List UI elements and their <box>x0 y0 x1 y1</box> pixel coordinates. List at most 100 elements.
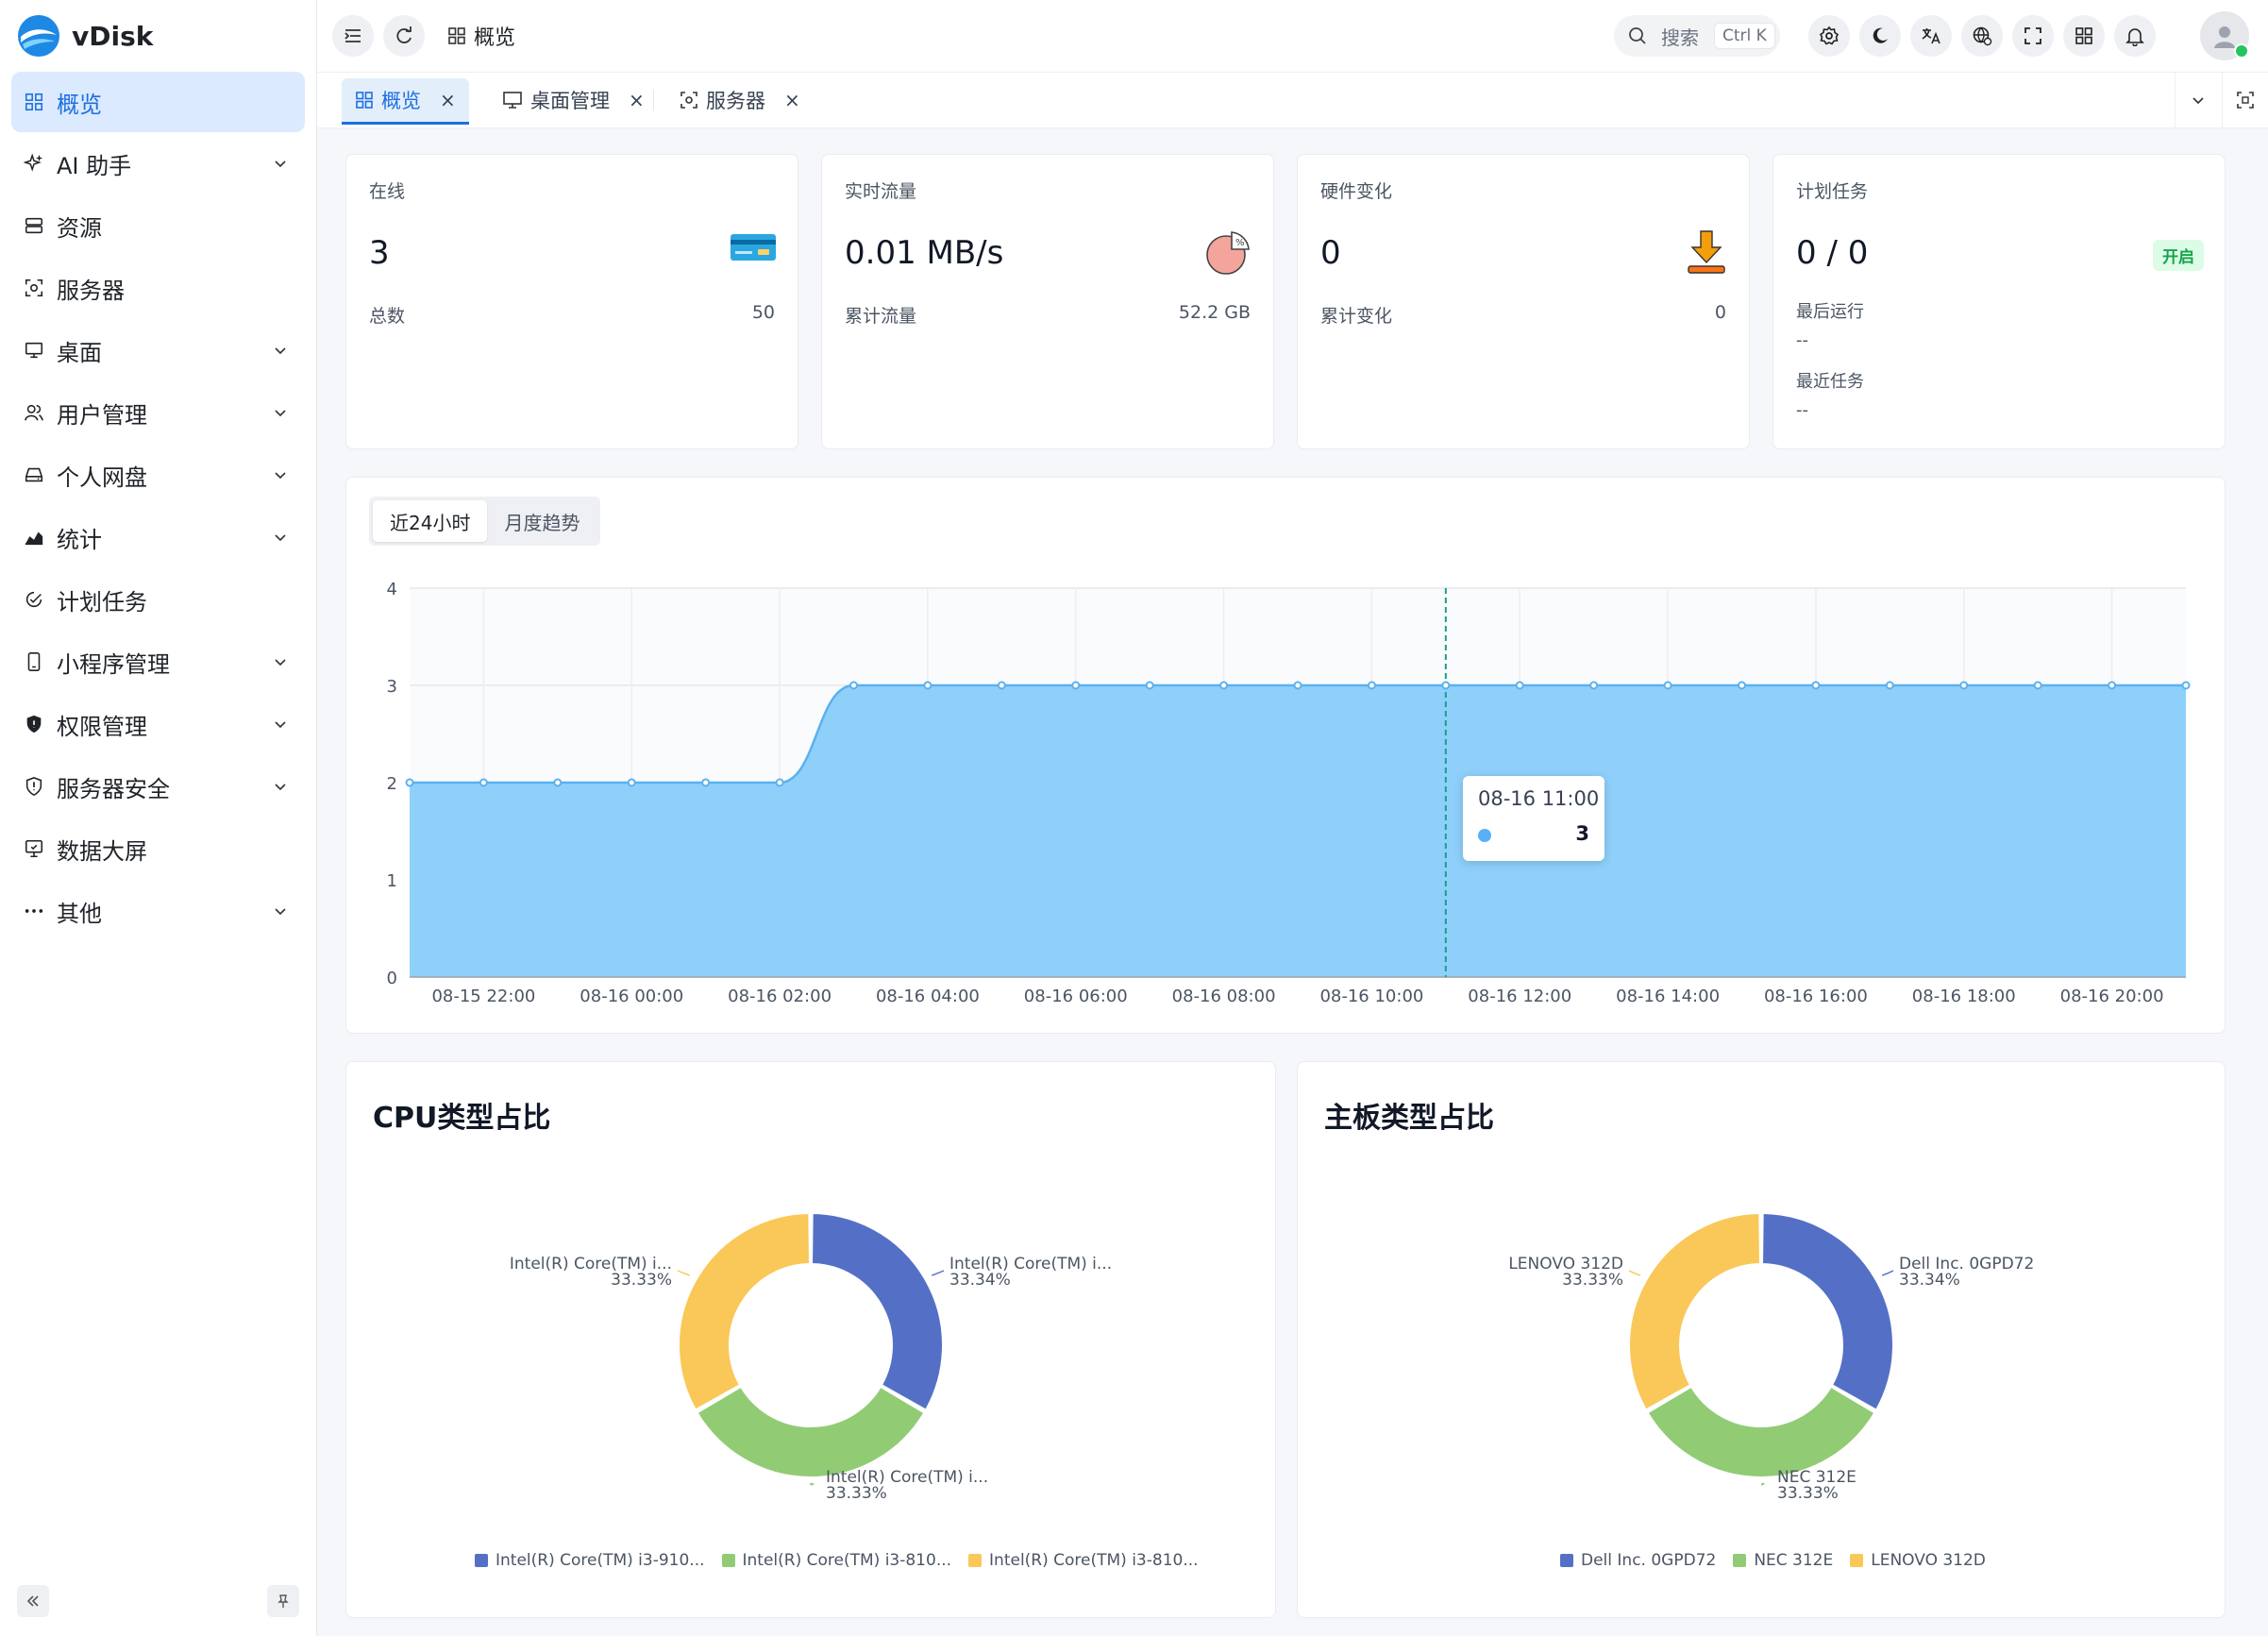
breadcrumb[interactable]: 概览 <box>447 21 515 51</box>
chevron-down-icon <box>273 150 288 177</box>
sidebar-item-label: 计划任务 <box>57 588 147 616</box>
settings-button[interactable] <box>1808 15 1850 57</box>
stat-sub-label: 累计变化 <box>1320 306 1393 327</box>
user-avatar[interactable] <box>2200 11 2249 60</box>
tab-bar: 概览 × 桌面管理 × 服务器 × <box>317 73 2268 128</box>
tab-label: 服务器 <box>706 90 765 112</box>
close-icon[interactable]: × <box>784 89 800 111</box>
tab-desktop-management[interactable]: 桌面管理 × <box>489 78 658 122</box>
theme-toggle-button[interactable] <box>1859 15 1901 57</box>
sidebar-item-11[interactable]: 服务器安全 <box>0 755 316 818</box>
sidebar-item-9[interactable]: 小程序管理 <box>0 631 316 693</box>
pin-sidebar-button[interactable] <box>267 1585 299 1617</box>
cpu-type-card: CPU类型占比 Intel(R) Core(TM) i3-910... Inte… <box>345 1061 1276 1618</box>
sidebar-item-2[interactable]: 资源 <box>0 194 316 257</box>
legend-item[interactable]: Intel(R) Core(TM) i3-910... <box>475 1551 705 1570</box>
sidebar-item-label: 服务器安全 <box>57 775 170 802</box>
desktop-icon <box>23 339 45 362</box>
task-check-icon <box>23 588 45 611</box>
sidebar-item-label: 小程序管理 <box>57 650 170 678</box>
tab-overview[interactable]: 概览 × <box>342 78 469 125</box>
trend-card: 近24小时 月度趋势 <box>345 477 2226 1034</box>
tab-maximize-button[interactable] <box>2222 73 2268 127</box>
apps-button[interactable] <box>2063 15 2105 57</box>
sidebar-item-8[interactable]: 计划任务 <box>0 568 316 631</box>
motherboard-chart-title: 主板类型占比 <box>1324 1102 1494 1135</box>
legend-swatch <box>1850 1554 1864 1567</box>
sidebar-item-label: 服务器 <box>57 277 125 304</box>
close-icon[interactable]: × <box>440 89 456 111</box>
brand[interactable]: vDisk <box>0 0 316 72</box>
sidebar-item-7[interactable]: 统计 <box>0 506 316 568</box>
legend-item[interactable]: LENOVO 312D <box>1850 1551 1986 1570</box>
language-button[interactable] <box>1910 15 1952 57</box>
server-icon <box>23 277 45 299</box>
sidebar-item-10[interactable]: 权限管理 <box>0 693 316 755</box>
sidebar-item-label: AI 助手 <box>57 152 132 179</box>
shield-icon <box>23 713 45 735</box>
dashboard-icon <box>356 92 373 109</box>
close-icon[interactable]: × <box>629 89 645 111</box>
gear-icon <box>1819 25 1840 45</box>
grid-icon <box>2075 27 2092 44</box>
stat-title: 计划任务 <box>1796 181 1869 202</box>
range-monthly-button[interactable]: 月度趋势 <box>487 500 596 542</box>
fullscreen-button[interactable] <box>2012 15 2054 57</box>
tab-server[interactable]: 服务器 × <box>666 78 814 122</box>
sidebar-item-5[interactable]: 用户管理 <box>0 381 316 444</box>
legend-swatch <box>475 1554 488 1567</box>
drive-icon <box>23 464 45 486</box>
legend-swatch <box>968 1554 983 1567</box>
top-header: 概览 搜索 Ctrl K <box>317 0 2268 73</box>
pin-icon <box>277 1594 289 1608</box>
sidebar-item-label: 数据大屏 <box>57 837 147 865</box>
menu-fold-icon <box>344 29 361 42</box>
stat-card-online: 在线 3 总数 50 <box>345 154 798 449</box>
legend-item[interactable]: Dell Inc. 0GPD72 <box>1560 1551 1716 1570</box>
search-box[interactable]: 搜索 Ctrl K <box>1614 15 1780 57</box>
web-button[interactable] <box>1961 15 2003 57</box>
refresh-button[interactable] <box>383 15 425 57</box>
sidebar-item-13[interactable]: 其他 <box>0 880 316 942</box>
sidebar-item-6[interactable]: 个人网盘 <box>0 444 316 506</box>
stat-card-traffic: 实时流量 0.01 MB/s % 累计流量 52.2 GB <box>821 154 1274 449</box>
legend-label: LENOVO 312D <box>1871 1551 1986 1570</box>
legend-swatch <box>721 1554 735 1567</box>
sidebar-item-0[interactable]: 概览 <box>11 72 305 132</box>
stat-sub-label: 累计流量 <box>845 306 917 327</box>
double-chevron-left-icon <box>26 1595 39 1607</box>
chart-icon <box>23 526 45 548</box>
legend-item[interactable]: Intel(R) Core(TM) i3-810... <box>721 1551 952 1570</box>
sidebar-item-4[interactable]: 桌面 <box>0 319 316 381</box>
legend-label: NEC 312E <box>1754 1551 1834 1570</box>
legend-item[interactable]: NEC 312E <box>1733 1551 1833 1570</box>
sparkle-icon <box>23 152 45 175</box>
pie-chart-icon: % <box>1206 231 1250 275</box>
fullscreen-icon <box>2024 27 2041 44</box>
download-tray-icon <box>1688 230 1725 274</box>
search-label: 搜索 <box>1661 25 1699 49</box>
chart-tooltip: 08-16 11:00 3 <box>1463 776 1604 861</box>
range-24h-button[interactable]: 近24小时 <box>373 500 488 542</box>
sidebar-item-12[interactable]: 数据大屏 <box>0 818 316 880</box>
chevron-down-icon <box>2192 97 2204 105</box>
sidebar-item-1[interactable]: AI 助手 <box>0 132 316 194</box>
app-name: vDisk <box>72 20 154 52</box>
last-run-value: -- <box>1796 330 1808 350</box>
stat-card-tasks: 计划任务 0 / 0 开启 最后运行 -- 最近任务 -- <box>1772 154 2226 449</box>
search-icon <box>1629 27 1646 44</box>
notifications-button[interactable] <box>2114 15 2156 57</box>
sidebar-item-3[interactable]: 服务器 <box>0 257 316 319</box>
tabs-dropdown-button[interactable] <box>2175 73 2221 127</box>
sidebar-item-label: 用户管理 <box>57 401 147 429</box>
menu-toggle-button[interactable] <box>332 15 374 57</box>
breadcrumb-current: 概览 <box>474 26 516 50</box>
legend-swatch <box>1560 1554 1573 1567</box>
collapse-sidebar-button[interactable] <box>17 1585 49 1617</box>
stat-sub-value: 52.2 GB <box>1178 302 1251 323</box>
legend-item[interactable]: Intel(R) Core(TM) i3-810... <box>968 1551 1199 1570</box>
tab-divider <box>653 90 654 110</box>
stat-value: 3 <box>369 234 390 272</box>
sidebar: vDisk 概览 AI 助手资源服务器桌面用户管理个人网盘 统计计划任务小程序管理权… <box>0 0 317 1636</box>
legend-label: Intel(R) Core(TM) i3-810... <box>742 1551 952 1570</box>
